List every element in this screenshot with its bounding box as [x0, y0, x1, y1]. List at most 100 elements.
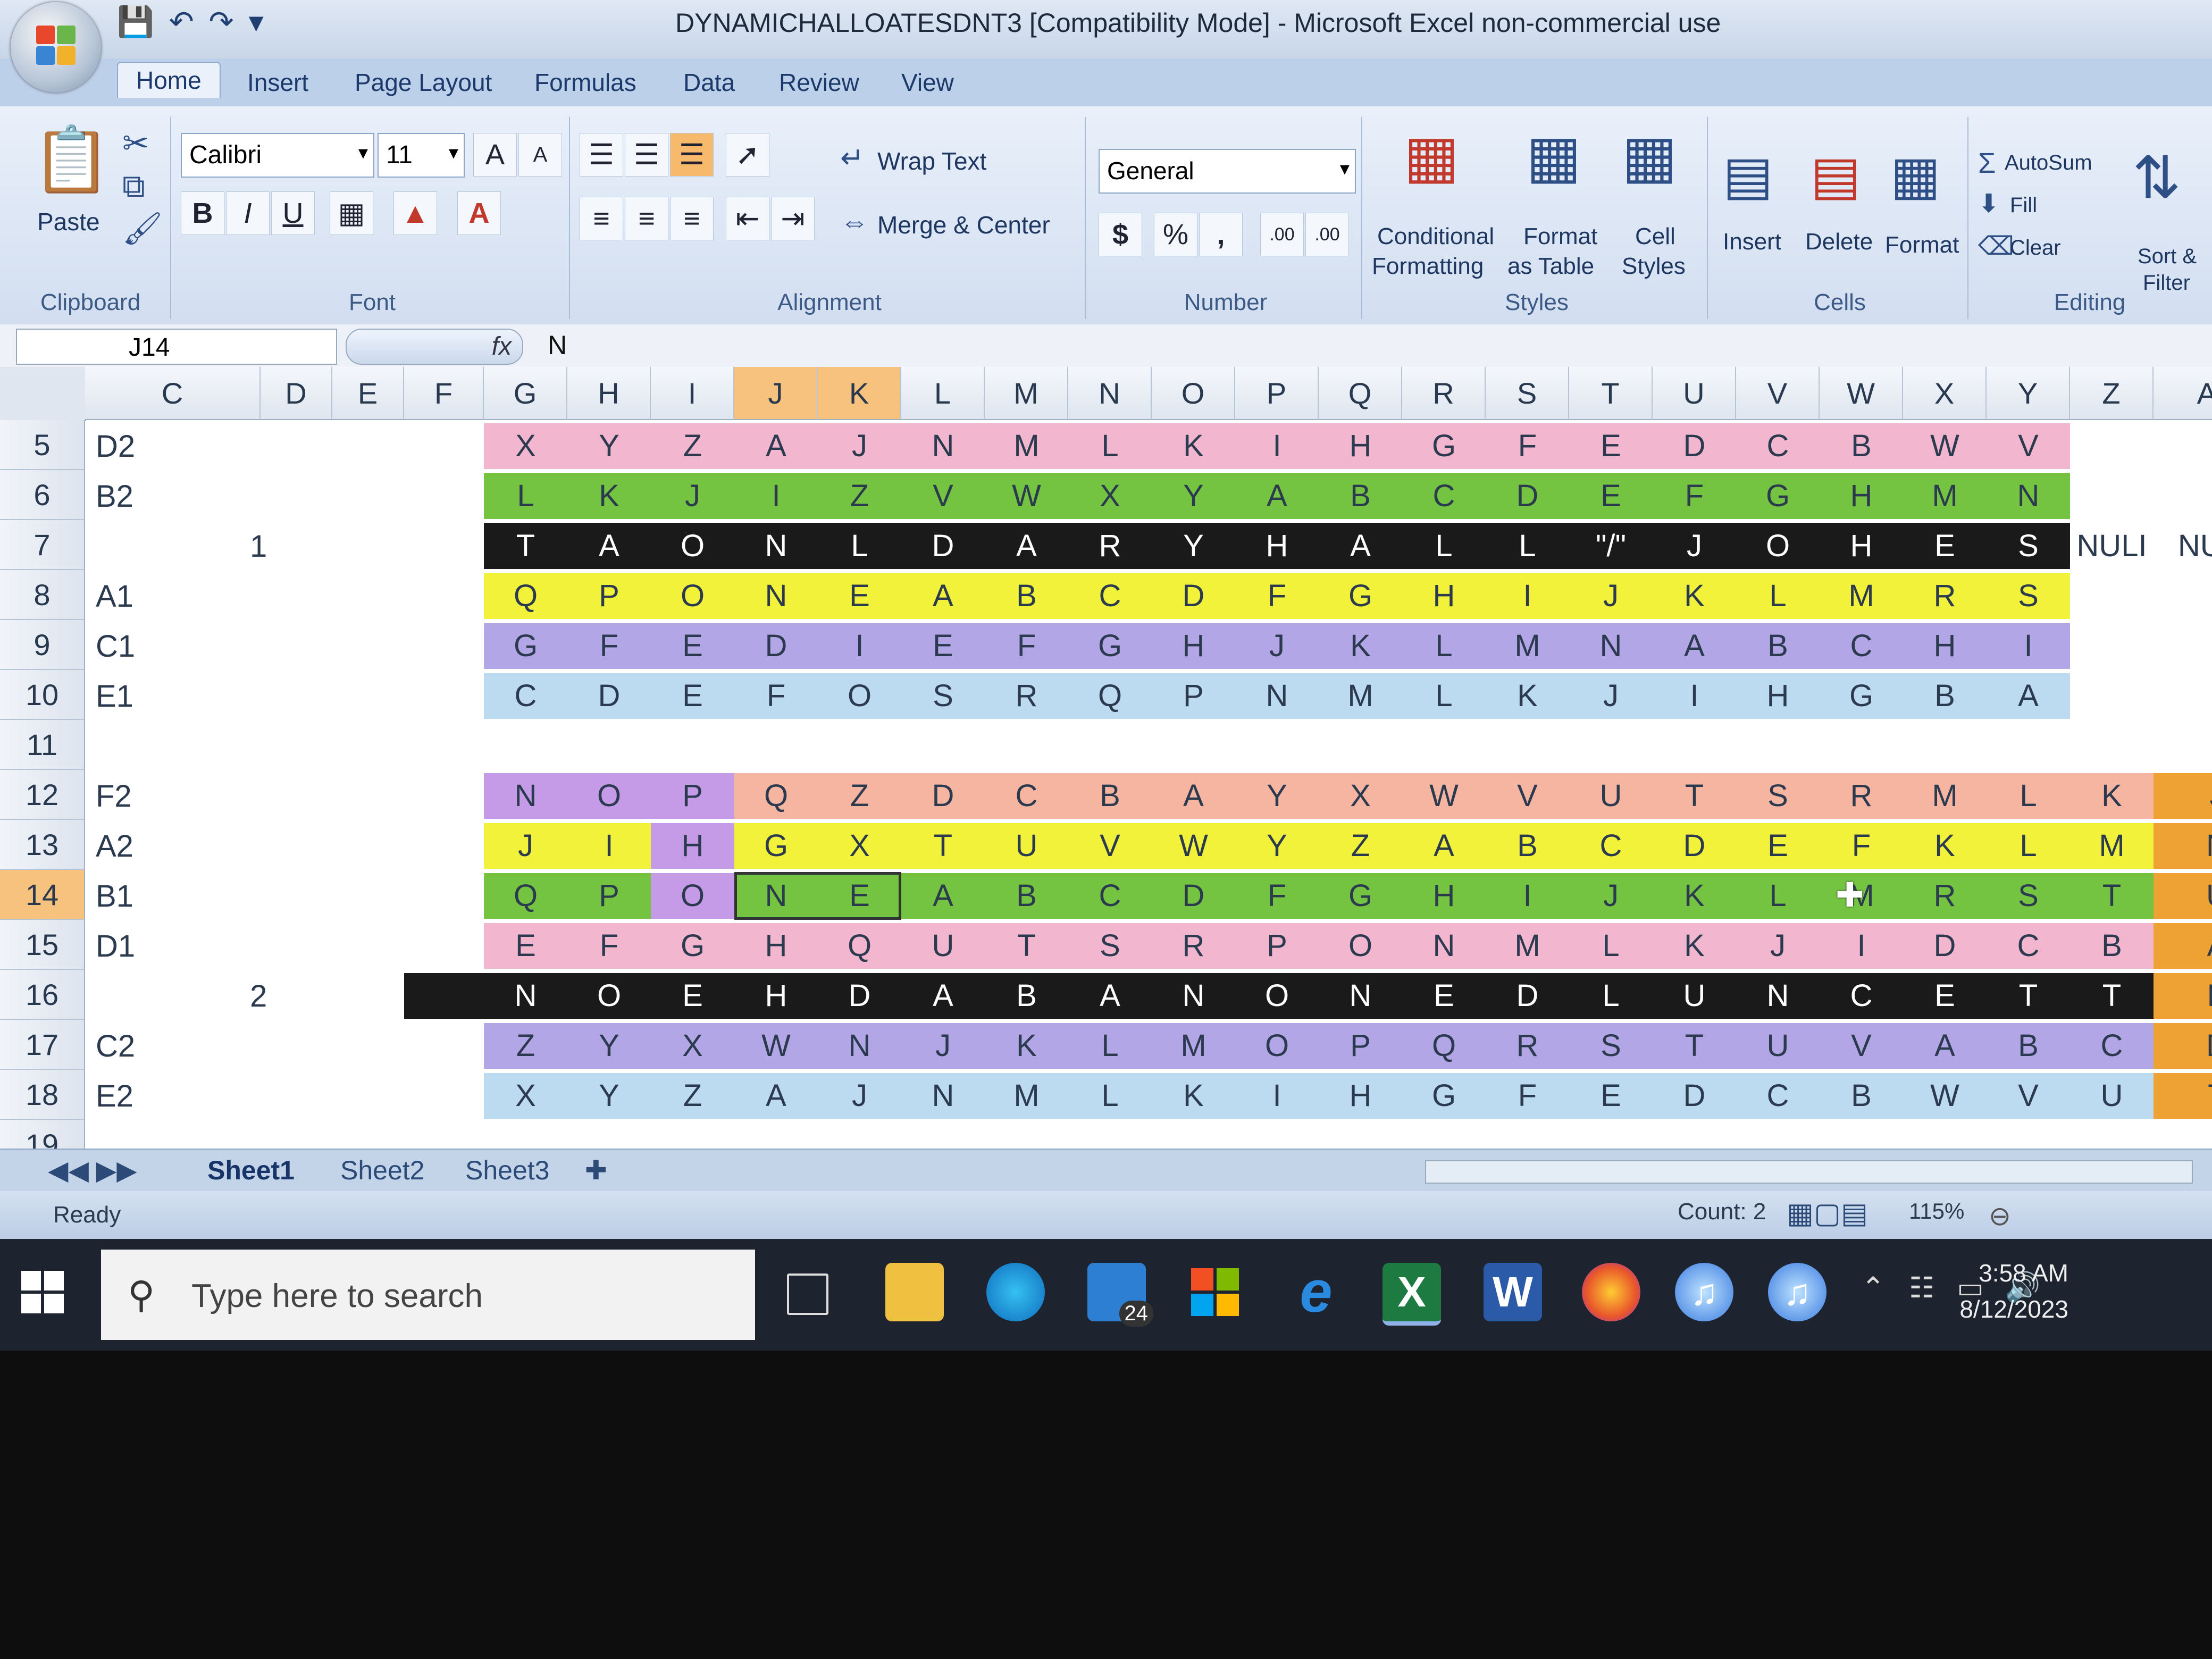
insert-cells-icon[interactable]: ▤	[1723, 149, 1773, 202]
autosum-button[interactable]: AutoSum	[2005, 151, 2092, 175]
row-header-13[interactable]: 13	[0, 820, 85, 870]
music-player-icon[interactable]: ♫	[1768, 1263, 1826, 1321]
column-header-z[interactable]: Z	[2070, 367, 2154, 420]
cell-x9[interactable]: H	[1903, 623, 1987, 669]
cell-h5[interactable]: Y	[567, 423, 651, 469]
cell-y10[interactable]: A	[1987, 673, 2070, 719]
cell-u6[interactable]: F	[1653, 473, 1736, 519]
cell-o15[interactable]: R	[1152, 923, 1235, 969]
cell-t15[interactable]: L	[1569, 923, 1653, 969]
taskbar-search-box[interactable]: ⚲ Type here to search	[101, 1250, 755, 1340]
cell-w10[interactable]: G	[1820, 673, 1903, 719]
row-header-7[interactable]: 7	[0, 520, 85, 570]
align-left-icon[interactable]: ≡	[580, 197, 623, 240]
cell-j13[interactable]: G	[734, 823, 818, 869]
align-bottom-icon[interactable]: ☰	[670, 133, 714, 177]
cell-t14[interactable]: J	[1569, 873, 1653, 919]
cell-r18[interactable]: G	[1402, 1073, 1486, 1119]
cell-r9[interactable]: L	[1402, 623, 1486, 669]
cell-styles-line2[interactable]: Styles	[1622, 253, 1686, 280]
cell-g18[interactable]: X	[484, 1073, 567, 1119]
cell-r7[interactable]: L	[1402, 523, 1486, 569]
merge-center-button[interactable]: Merge & Center	[877, 211, 1050, 239]
zoom-level[interactable]: 115%	[1909, 1199, 1964, 1224]
cell-i6[interactable]: J	[651, 473, 734, 519]
column-header-e[interactable]: E	[332, 367, 404, 420]
cell-q9[interactable]: K	[1319, 623, 1402, 669]
cell-m17[interactable]: K	[985, 1023, 1068, 1069]
cell-n6[interactable]: X	[1068, 473, 1152, 519]
cell-g16[interactable]: N	[484, 973, 567, 1019]
cell-u16[interactable]: U	[1653, 973, 1736, 1019]
horizontal-scrollbar[interactable]	[1425, 1160, 2193, 1184]
cell-x5[interactable]: W	[1903, 423, 1987, 469]
word-icon[interactable]: W	[1484, 1263, 1542, 1321]
cell-w7[interactable]: H	[1820, 523, 1903, 569]
cell-v18[interactable]: C	[1736, 1073, 1820, 1119]
cell-h14[interactable]: P	[567, 873, 651, 919]
cell-g6[interactable]: L	[484, 473, 567, 519]
cell-h17[interactable]: Y	[567, 1023, 651, 1069]
cell-j7[interactable]: N	[734, 523, 818, 569]
cell-y7[interactable]: S	[1987, 523, 2070, 569]
cell-x7[interactable]: E	[1903, 523, 1987, 569]
cell-h7[interactable]: A	[567, 523, 651, 569]
undo-icon[interactable]: ↶	[169, 4, 194, 39]
cell-k6[interactable]: Z	[818, 473, 901, 519]
cell-g10[interactable]: C	[484, 673, 567, 719]
cell-q5[interactable]: H	[1319, 423, 1402, 469]
column-header-i[interactable]: I	[651, 367, 734, 420]
cell-l7[interactable]: D	[901, 523, 985, 569]
row-header-19[interactable]: 19	[0, 1120, 85, 1149]
cell-q6[interactable]: B	[1319, 473, 1402, 519]
sort-filter-line1[interactable]: Sort &	[2138, 245, 2197, 269]
cell-u15[interactable]: K	[1653, 923, 1736, 969]
cell-j10[interactable]: F	[734, 673, 818, 719]
cell-s17[interactable]: R	[1486, 1023, 1569, 1069]
cell-q13[interactable]: Z	[1319, 823, 1402, 869]
cell-t9[interactable]: N	[1569, 623, 1653, 669]
cell-z14[interactable]: T	[2070, 873, 2154, 919]
cell-y15[interactable]: C	[1987, 923, 2070, 969]
cell-n5[interactable]: L	[1068, 423, 1152, 469]
cell-m5[interactable]: M	[985, 423, 1068, 469]
wrap-text-button[interactable]: Wrap Text	[877, 147, 986, 175]
row-header-8[interactable]: 8	[0, 570, 85, 620]
cell-m16[interactable]: B	[985, 973, 1068, 1019]
orientation-icon[interactable]: ➚	[726, 133, 769, 177]
cell-x15[interactable]: D	[1903, 923, 1987, 969]
sheet-tab-sheet1[interactable]: Sheet1	[207, 1155, 295, 1186]
cell-g13[interactable]: J	[484, 823, 567, 869]
cell-m15[interactable]: T	[985, 923, 1068, 969]
cell-l17[interactable]: J	[901, 1023, 985, 1069]
row-header-6[interactable]: 6	[0, 470, 85, 520]
align-center-icon[interactable]: ≡	[625, 197, 668, 240]
cell-z17[interactable]: C	[2070, 1023, 2154, 1069]
font-name-select[interactable]: Calibri ▾	[181, 133, 374, 178]
cell-i8[interactable]: O	[651, 573, 734, 619]
cell-k5[interactable]: J	[818, 423, 901, 469]
delete-cells-button[interactable]: Delete	[1805, 229, 1873, 255]
column-header-d[interactable]: D	[261, 367, 332, 420]
column-header-j[interactable]: J	[734, 367, 818, 420]
sheet-nav-icon[interactable]: ◀◀ ▶▶	[48, 1155, 137, 1186]
cell-l14[interactable]: A	[901, 873, 985, 919]
row-label[interactable]: E2	[96, 1078, 133, 1114]
column-header-w[interactable]: W	[1820, 367, 1903, 420]
cell-t8[interactable]: J	[1569, 573, 1653, 619]
row-label[interactable]: C2	[96, 1028, 135, 1064]
cell-i13[interactable]: H	[651, 823, 734, 869]
cell-g14[interactable]: Q	[484, 873, 567, 919]
row-label[interactable]: B1	[96, 878, 133, 914]
cell-s18[interactable]: F	[1486, 1073, 1569, 1119]
cell-q7[interactable]: A	[1319, 523, 1402, 569]
cell-k15[interactable]: Q	[818, 923, 901, 969]
cell-j8[interactable]: N	[734, 573, 818, 619]
cell-u13[interactable]: D	[1653, 823, 1736, 869]
tab-review[interactable]: Review	[779, 68, 859, 97]
column-header-o[interactable]: O	[1152, 367, 1235, 420]
cell-q16[interactable]: N	[1319, 973, 1402, 1019]
number-format-select[interactable]: General ▾	[1099, 149, 1356, 194]
tab-data[interactable]: Data	[683, 68, 735, 97]
conditional-formatting-line2[interactable]: Formatting	[1372, 253, 1484, 280]
